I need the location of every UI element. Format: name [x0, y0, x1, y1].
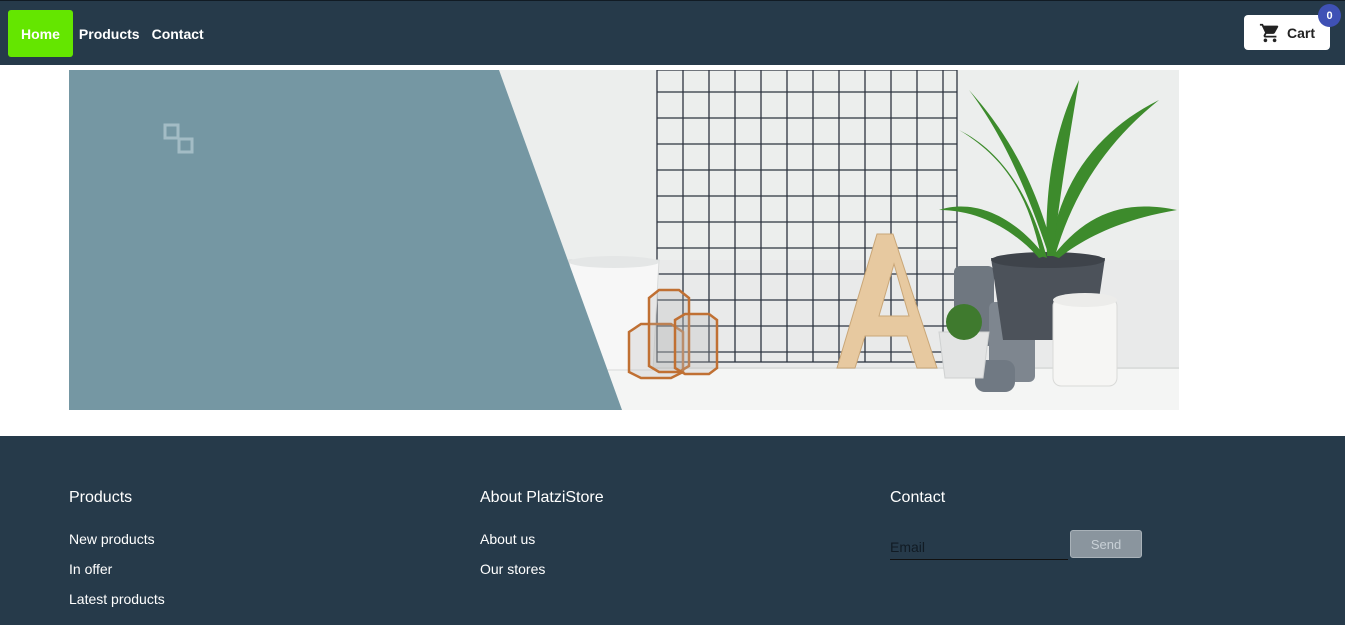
- send-button[interactable]: Send: [1070, 530, 1142, 558]
- hero-banner: [69, 70, 1179, 410]
- footer-link-our-stores[interactable]: Our stores: [480, 558, 604, 588]
- site-footer: Products New products In offer Latest pr…: [0, 436, 1345, 625]
- nav-home-button[interactable]: Home: [8, 10, 73, 57]
- cart-label: Cart: [1286, 24, 1315, 41]
- footer-contact-column: Contact Send: [890, 489, 1142, 560]
- top-navbar: Home Products Contact: [0, 0, 1345, 65]
- footer-contact-title: Contact: [890, 489, 946, 506]
- footer-link-about-us[interactable]: About us: [480, 528, 604, 558]
- footer-link-latest-products[interactable]: Latest products: [69, 588, 165, 618]
- cart-button[interactable]: Cart: [1244, 15, 1330, 50]
- footer-about-column: About PlatziStore About us Our stores: [480, 489, 604, 588]
- footer-link-new-products[interactable]: New products: [69, 528, 165, 558]
- footer-link-in-offer[interactable]: In offer: [69, 558, 165, 588]
- shopping-cart-icon: [1259, 23, 1279, 42]
- footer-products-column: Products New products In offer Latest pr…: [69, 489, 165, 618]
- email-field[interactable]: [890, 534, 1068, 560]
- nav-contact-link[interactable]: Contact: [146, 10, 210, 57]
- hero-banner-image: [69, 70, 1179, 410]
- cart-count-badge: 0: [1318, 4, 1341, 27]
- main-nav: Home Products Contact: [8, 10, 210, 57]
- footer-about-title: About PlatziStore: [480, 489, 604, 506]
- nav-products-link[interactable]: Products: [73, 10, 146, 57]
- footer-products-title: Products: [69, 489, 133, 506]
